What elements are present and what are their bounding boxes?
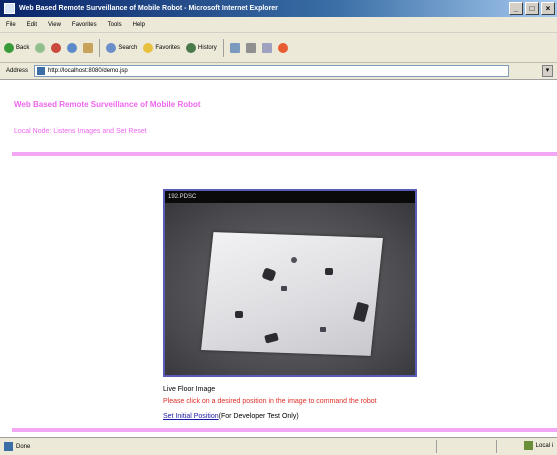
page-status-icon <box>4 442 13 451</box>
address-bar: Address http://localhost:8080/demo.jsp ▾ <box>0 63 557 80</box>
set-initial-position-link[interactable]: Set Initial Position <box>163 413 219 420</box>
divider-top <box>12 152 557 156</box>
printer-icon <box>245 42 256 53</box>
camera-floor <box>165 203 415 375</box>
print-button[interactable] <box>245 42 256 53</box>
divider-bottom <box>12 428 557 432</box>
address-input[interactable]: http://localhost:8080/demo.jsp <box>34 65 510 77</box>
edit-page-icon <box>261 42 272 53</box>
menu-edit[interactable]: Edit <box>27 22 37 28</box>
camera-header: 192.PDSC <box>165 191 415 203</box>
initial-position-row: Set Initial Position(For Developer Test … <box>163 413 299 420</box>
page-title: Web Based Remote Surveillance of Mobile … <box>14 100 201 109</box>
messenger-icon <box>277 42 288 53</box>
search-label: Search <box>118 44 138 51</box>
image-caption: Live Floor Image <box>163 386 216 393</box>
back-button[interactable]: Back <box>4 42 30 53</box>
menu-file[interactable]: File <box>6 22 16 28</box>
address-label: Address <box>6 68 29 74</box>
obstacle <box>320 327 326 332</box>
close-button[interactable]: × <box>541 2 555 15</box>
search-icon <box>106 42 117 53</box>
back-label: Back <box>16 44 30 51</box>
refresh-button[interactable] <box>67 42 78 53</box>
discuss-button[interactable] <box>277 42 288 53</box>
menu-favorites[interactable]: Favorites <box>72 22 97 28</box>
developer-note: (For Developer Test Only) <box>218 413 299 420</box>
status-text: Done <box>16 443 31 450</box>
status-pane-divider <box>496 440 497 453</box>
status-bar: Done Local i <box>0 437 557 455</box>
mail-button[interactable] <box>229 42 240 53</box>
menu-view[interactable]: View <box>48 22 61 28</box>
refresh-icon <box>67 42 78 53</box>
floor-mat <box>201 232 383 356</box>
ie-icon <box>4 3 15 14</box>
history-icon <box>186 42 197 53</box>
forward-button[interactable] <box>35 42 46 53</box>
favorites-label: Favorites <box>155 44 181 51</box>
forward-arrow-icon <box>35 42 46 53</box>
history-button[interactable]: History <box>186 42 217 53</box>
window-title: Web Based Remote Surveillance of Mobile … <box>19 5 278 12</box>
toolbar-separator <box>222 38 224 57</box>
stop-icon <box>51 42 62 53</box>
mail-icon <box>229 42 240 53</box>
obstacle <box>291 257 297 263</box>
minimize-button[interactable]: _ <box>509 2 523 15</box>
back-arrow-icon <box>4 42 14 53</box>
window-controls: _ □ × <box>509 2 555 15</box>
maximize-button[interactable]: □ <box>525 2 539 15</box>
menu-tools[interactable]: Tools <box>108 22 122 28</box>
zone-text: Local i <box>535 442 553 449</box>
status-pane-divider <box>436 440 437 453</box>
menu-bar: File Edit View Favorites Tools Help <box>0 17 557 33</box>
home-button[interactable] <box>83 42 94 53</box>
obstacle <box>325 268 333 275</box>
click-instruction: Please click on a desired position in th… <box>163 398 377 405</box>
window-titlebar: Web Based Remote Surveillance of Mobile … <box>0 0 557 17</box>
standard-toolbar: Back Search Favorites History <box>0 33 557 63</box>
security-zone: Local i <box>523 441 553 450</box>
local-intranet-icon <box>523 441 533 450</box>
edit-button[interactable] <box>261 42 272 53</box>
page-subtitle: Local Node: Listens Images and Set Reset <box>14 128 147 135</box>
page-content: Web Based Remote Surveillance of Mobile … <box>0 80 557 437</box>
star-icon <box>143 42 154 53</box>
stop-button[interactable] <box>51 42 62 53</box>
obstacle <box>281 286 287 291</box>
obstacle <box>235 311 243 318</box>
address-dropdown-button[interactable]: ▾ <box>542 65 553 77</box>
menu-help[interactable]: Help <box>133 22 145 28</box>
history-label: History <box>198 44 217 51</box>
search-button[interactable]: Search <box>106 42 138 53</box>
favorites-button[interactable]: Favorites <box>143 42 181 53</box>
home-icon <box>83 42 94 53</box>
page-icon <box>37 67 46 75</box>
live-floor-camera-image[interactable]: 192.PDSC <box>163 189 417 377</box>
toolbar-separator <box>99 38 101 57</box>
address-url: http://localhost:8080/demo.jsp <box>48 68 128 74</box>
